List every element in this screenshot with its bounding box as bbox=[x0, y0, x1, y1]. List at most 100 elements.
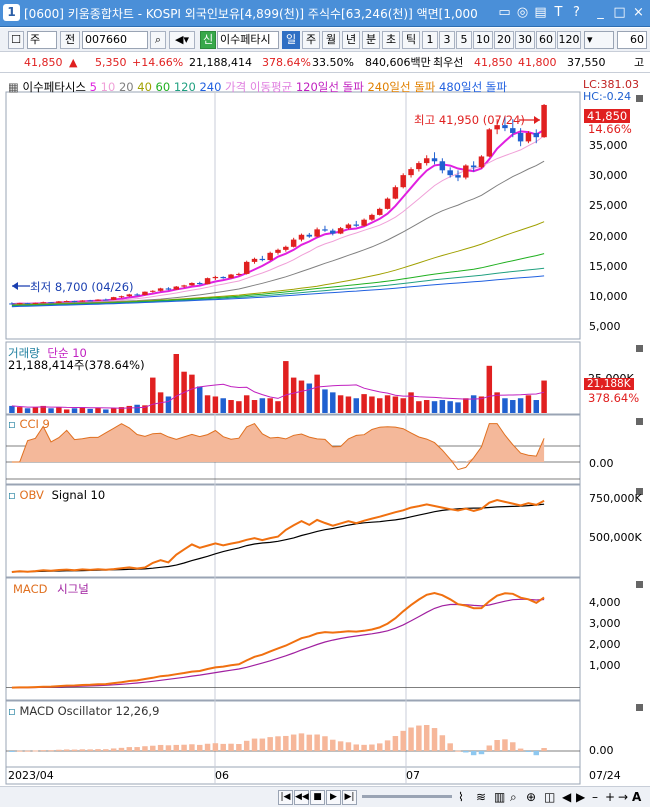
candle-body bbox=[165, 288, 172, 290]
text-icon[interactable]: T bbox=[550, 4, 567, 21]
window-tile-icon[interactable]: ▭ bbox=[496, 4, 513, 21]
auto-scale-icon[interactable]: A bbox=[632, 790, 641, 805]
link-icon[interactable]: ◎ bbox=[514, 4, 531, 21]
volume-bar bbox=[134, 404, 140, 413]
custom-interval-select[interactable]: ▾ bbox=[584, 31, 614, 49]
volume-bar bbox=[400, 398, 406, 413]
expand-icon[interactable]: + bbox=[605, 790, 615, 805]
ma-line-5 bbox=[11, 129, 545, 306]
volume-bar bbox=[439, 400, 446, 413]
change-value: 5,350 bbox=[95, 56, 127, 69]
osc-bar bbox=[63, 749, 70, 751]
list-icon[interactable]: ▤ bbox=[532, 4, 549, 21]
bars-icon[interactable]: ▥ bbox=[494, 790, 505, 805]
volume-bar bbox=[408, 392, 414, 413]
candle-body bbox=[87, 300, 93, 302]
interval-30[interactable]: 30 bbox=[515, 31, 535, 49]
osc-bar bbox=[384, 740, 391, 751]
help-icon[interactable]: ? bbox=[568, 4, 585, 21]
candle-body bbox=[533, 132, 539, 138]
osc-bar bbox=[197, 744, 203, 751]
macd-ytick: 3,000 bbox=[589, 617, 621, 631]
macd-ytick: 2,000 bbox=[589, 638, 621, 652]
volume-bar bbox=[17, 407, 23, 413]
toolbar-checkbox[interactable]: ☐ bbox=[8, 31, 24, 49]
candle-body bbox=[236, 273, 242, 275]
scroll-left-icon[interactable]: ◀ bbox=[562, 790, 571, 805]
volume-bar bbox=[541, 380, 547, 413]
price-ytick: 25,000 bbox=[589, 199, 628, 213]
candle-body bbox=[353, 224, 359, 226]
change-pct: +14.66% bbox=[132, 56, 184, 69]
period-year[interactable]: 년 bbox=[342, 31, 360, 49]
candle-body bbox=[283, 246, 289, 250]
interval-20[interactable]: 20 bbox=[494, 31, 514, 49]
candle-body bbox=[243, 261, 250, 274]
osc-bar bbox=[204, 743, 211, 751]
candle-body bbox=[322, 229, 328, 231]
osc-bar bbox=[431, 728, 438, 751]
period-minute[interactable]: 분 bbox=[362, 31, 380, 49]
period-week[interactable]: 주 bbox=[302, 31, 320, 49]
interval-10[interactable]: 10 bbox=[473, 31, 493, 49]
new-badge: 신 bbox=[200, 31, 216, 49]
volume-bar bbox=[345, 396, 352, 413]
zoom-slider[interactable] bbox=[362, 795, 452, 798]
volume-bar bbox=[9, 405, 15, 413]
close-icon[interactable]: × bbox=[630, 4, 647, 21]
interval-60[interactable]: 60 bbox=[536, 31, 556, 49]
minimize-icon[interactable]: _ bbox=[592, 4, 609, 21]
code-input[interactable]: 007660 bbox=[82, 31, 148, 49]
chart-svg[interactable] bbox=[0, 74, 650, 786]
volume-bar bbox=[197, 386, 203, 413]
count-input[interactable]: 60 bbox=[617, 31, 647, 49]
osc-title: ▫ MACD Oscillator 12,26,9 bbox=[8, 704, 159, 718]
interval-1[interactable]: 1 bbox=[422, 31, 438, 49]
market-select[interactable]: 주 bbox=[27, 31, 57, 49]
candle-body bbox=[118, 296, 125, 298]
candle-body bbox=[197, 282, 203, 285]
scroll-end-icon[interactable]: → bbox=[618, 790, 628, 805]
rewind-icon[interactable]: ◀◀ bbox=[294, 790, 309, 805]
scroll-right-icon[interactable]: ▶ bbox=[576, 790, 585, 805]
prev-button[interactable]: 전 bbox=[60, 31, 80, 49]
signal-legend-item: 120일선 돌파 bbox=[292, 80, 364, 94]
volume-bar bbox=[431, 401, 438, 413]
period-second[interactable]: 초 bbox=[382, 31, 400, 49]
maximize-icon[interactable]: □ bbox=[611, 4, 628, 21]
volume-bar bbox=[517, 398, 524, 413]
osc-bar bbox=[533, 751, 539, 756]
trade-amount: 840,606백만 bbox=[365, 56, 431, 69]
up-arrow-icon: ▲ bbox=[69, 56, 78, 69]
chart-area[interactable]: ▦ 이수페타시스 5 10 20 40 60 120 240 가격 이동평균 1… bbox=[0, 74, 650, 786]
ma-legend: 5 10 20 40 60 120 240 가격 이동평균 120일선 돌파 2… bbox=[90, 80, 507, 94]
period-tick[interactable]: 틱 bbox=[402, 31, 420, 49]
play-icon[interactable]: ▶ bbox=[326, 790, 341, 805]
shrink-icon[interactable]: – bbox=[592, 790, 598, 805]
osc-bar bbox=[267, 737, 273, 751]
stop-icon[interactable]: ■ bbox=[310, 790, 325, 805]
period-day[interactable]: 일 bbox=[282, 31, 300, 49]
first-icon[interactable]: |◀ bbox=[278, 790, 293, 805]
interval-120[interactable]: 120 bbox=[557, 31, 581, 49]
osc-bar bbox=[48, 750, 54, 752]
candle-body bbox=[32, 302, 39, 304]
xaxis-label-start: 2023/04 bbox=[8, 769, 54, 782]
candle-body bbox=[48, 302, 54, 304]
zoom-in-icon[interactable]: ⊕ bbox=[526, 790, 536, 805]
macd-signal-label: 시그널 bbox=[57, 582, 89, 596]
volume-bar bbox=[330, 392, 336, 413]
period-month[interactable]: 월 bbox=[322, 31, 340, 49]
cci-ytick: 0.00 bbox=[589, 457, 614, 470]
zoom-out-icon[interactable]: ⌕ bbox=[510, 790, 517, 805]
sound-icon[interactable]: ◀▾ bbox=[169, 31, 195, 49]
candle-body bbox=[150, 290, 156, 292]
end-icon[interactable]: ▶| bbox=[342, 790, 357, 805]
chart-type-icon[interactable]: ⌇ bbox=[458, 790, 464, 805]
interval-5[interactable]: 5 bbox=[456, 31, 472, 49]
camera-icon[interactable]: ◫ bbox=[544, 790, 555, 805]
overlay-icon[interactable]: ≋ bbox=[476, 790, 486, 805]
search-icon[interactable]: ⌕ bbox=[150, 31, 166, 49]
interval-3[interactable]: 3 bbox=[439, 31, 455, 49]
osc-bar bbox=[337, 741, 344, 751]
